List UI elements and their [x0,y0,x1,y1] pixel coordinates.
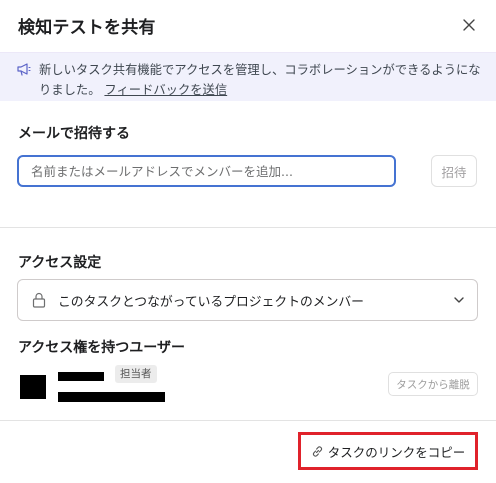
copy-task-link-button[interactable]: タスクのリンクをコピー [298,432,478,470]
invite-button[interactable]: 招待 [431,155,477,187]
close-icon [463,19,475,31]
invite-email-input[interactable] [17,155,396,187]
close-button[interactable] [456,12,482,38]
section-divider [0,227,496,228]
user-row: 担当者 タスクから離脱 [18,365,478,405]
dialog-header: 検知テストを共有 [0,0,496,52]
megaphone-icon [17,63,31,76]
redacted-user-email [58,392,165,402]
users-section-label: アクセス権を持つユーザー [18,340,186,356]
info-banner: 新しいタスク共有機能でアクセスを管理し、コラボレーションができるようになりました… [0,52,496,101]
share-dialog: 検知テストを共有 新しいタスク共有機能でアクセスを管理し、コラボレーションができ… [0,0,496,483]
link-icon [312,445,322,457]
banner-text: 新しいタスク共有機能でアクセスを管理し、コラボレーションができるようになりました… [39,60,484,100]
access-selected-value: このタスクとつながっているプロジェクトのメンバー [58,295,364,310]
feedback-link[interactable]: フィードバックを送信 [104,83,227,97]
lock-icon [32,292,46,308]
footer-divider [0,420,496,421]
access-section-label: アクセス設定 [18,255,102,271]
access-setting-dropdown[interactable]: このタスクとつながっているプロジェクトのメンバー [17,279,478,321]
invite-section-label: メールで招待する [18,126,130,142]
dialog-title: 検知テストを共有 [18,18,156,38]
chevron-down-icon [454,297,464,303]
leave-task-button[interactable]: タスクから離脱 [388,372,478,396]
avatar [20,375,46,399]
assignee-badge: 担当者 [115,365,157,383]
copy-link-label: タスクのリンクをコピー [327,444,466,460]
redacted-user-name [58,372,104,381]
